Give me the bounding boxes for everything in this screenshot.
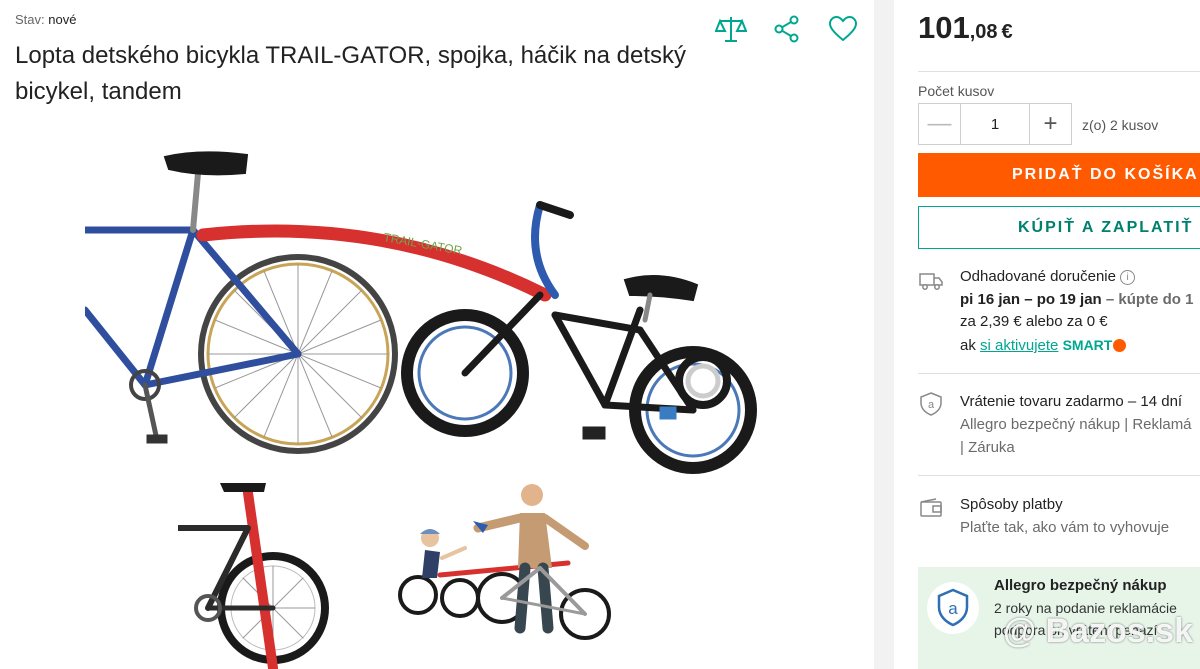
share-icon[interactable] <box>770 12 804 46</box>
payment-title: Spôsoby platby <box>960 496 1063 513</box>
condition-label-text: Stav: <box>15 12 45 27</box>
quantity-label: Počet kusov <box>918 83 995 99</box>
price-currency: € <box>1001 21 1013 43</box>
delivery-smart-line: ak si aktivujete SMART <box>960 334 1127 357</box>
shield-icon: a <box>920 392 942 416</box>
purchase-panel: 101,08€ Počet kusov — + z(o) 2 kusov PRI… <box>894 0 1200 669</box>
truck-icon <box>919 273 943 290</box>
smart-logo: SMART <box>1062 337 1113 353</box>
svg-text:a: a <box>928 399 935 411</box>
wallet-icon <box>920 498 942 517</box>
delivery-title-text: Odhadované doručenie <box>960 268 1116 285</box>
safe-purchase-title: Allegro bezpečný nákup <box>994 577 1167 594</box>
compare-icon[interactable] <box>714 12 748 46</box>
quantity-increase-button[interactable]: + <box>1029 104 1071 144</box>
product-image-thumb-1[interactable] <box>178 478 340 669</box>
condition-label: Stav: nové <box>15 12 76 27</box>
delivery-dates-text: pi 16 jan – po 19 jan <box>960 291 1102 308</box>
activate-smart-link[interactable]: si aktivujete <box>980 337 1058 354</box>
price-cents: ,08 <box>969 21 998 43</box>
product-panel: Stav: nové Lopta detského bicykla TRAIL-… <box>0 0 874 669</box>
quantity-stepper: — + <box>918 103 1072 145</box>
product-title: Lopta detského bicykla TRAIL-GATOR, spoj… <box>15 42 686 105</box>
delivery-dates: pi 16 jan – po 19 jan – kúpte do 1 <box>960 289 1193 311</box>
delivery-activate-prefix: ak <box>960 337 976 354</box>
product-image-thumb-2[interactable] <box>380 478 620 669</box>
divider <box>918 475 1200 476</box>
divider <box>918 71 1200 72</box>
add-to-cart-button[interactable]: PRIDAŤ DO KOŠÍKA <box>918 153 1200 197</box>
smart-badge-icon <box>1113 339 1127 352</box>
returns-title: Vrátenie tovaru zadarmo – 14 dní <box>960 393 1183 410</box>
panel-divider <box>874 0 894 669</box>
delivery-buy-by: – kúpte do 1 <box>1105 291 1194 308</box>
condition-value: nové <box>48 12 77 27</box>
divider <box>918 373 1200 374</box>
price: 101,08 € <box>918 10 1013 46</box>
quantity-input[interactable] <box>961 104 1029 144</box>
info-icon[interactable]: i <box>1120 270 1136 285</box>
shield-badge-icon: a <box>927 582 979 634</box>
returns-line-2: Allegro bezpečný nákup | Reklamá <box>960 416 1192 433</box>
price-whole: 101 <box>918 10 970 45</box>
quantity-available: z(o) 2 kusov <box>1082 117 1159 133</box>
svg-text:a: a <box>948 599 958 618</box>
watermark: @ Bazos.sk <box>1003 612 1194 650</box>
quantity-decrease-button[interactable]: — <box>919 104 961 144</box>
buy-now-button[interactable]: KÚPIŤ A ZAPLATIŤ <box>918 206 1200 249</box>
returns-line-3: | Záruka <box>960 439 1015 456</box>
heart-icon[interactable] <box>826 12 860 46</box>
payment-subtitle: Plaťte tak, ako vám to vyhovuje <box>960 519 1170 536</box>
product-image-main[interactable]: TRAIL-GATOR <box>85 145 775 475</box>
delivery-cost: za 2,39 € alebo za 0 € <box>960 313 1108 330</box>
product-actions <box>714 12 860 46</box>
delivery-title: Odhadované doručenie i <box>960 266 1136 288</box>
